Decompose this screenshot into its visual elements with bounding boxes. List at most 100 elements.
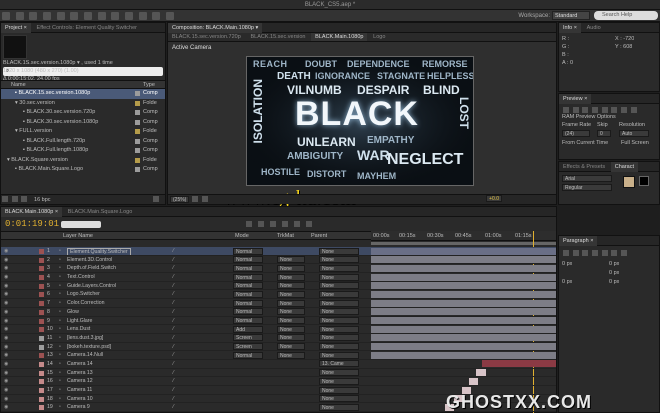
layer-label-swatch[interactable] (39, 335, 44, 341)
new-comp-icon[interactable] (21, 196, 28, 202)
motion-blur-icon[interactable] (294, 221, 300, 227)
grid-icon[interactable] (192, 196, 199, 202)
project-item[interactable]: ▪ BLACK.Main.Square.Logo Comp (1, 165, 165, 175)
timeline-layer-row[interactable]: ◉ 5 ▫ Guide.Layers.Control ⁄ Normal None None (1, 282, 556, 291)
comp-mini-flowchart-icon[interactable] (246, 221, 252, 227)
layer-label-swatch[interactable] (39, 370, 44, 376)
layer-trkmat-select[interactable]: None (277, 282, 305, 290)
layer-name[interactable]: Lens.Dust (67, 325, 90, 333)
ram-preview-icon[interactable] (630, 107, 637, 113)
project-item[interactable]: ▪ BLACK.Full.length.1080p Comp (1, 146, 165, 156)
tab-paragraph[interactable]: Paragraph × (559, 236, 598, 246)
layer-switch-icon[interactable]: ⁄ (173, 395, 174, 403)
layer-trkmat-select[interactable]: None (277, 343, 305, 351)
layer-parent-select[interactable]: None (319, 299, 359, 307)
visibility-eye-icon[interactable]: ◉ (4, 377, 9, 385)
visibility-eye-icon[interactable]: ◉ (4, 308, 9, 316)
time-ruler[interactable]: 00:00s 00:15s 00:30s 00:45s 01:00s 01:15… (371, 231, 556, 241)
layer-duration-bar[interactable] (371, 273, 556, 281)
layer-switch-icon[interactable]: ⁄ (173, 334, 174, 342)
layer-trkmat-select[interactable]: None (277, 308, 305, 316)
layer-name[interactable]: Glow (67, 308, 79, 316)
col-type-header[interactable]: Type (143, 81, 155, 89)
tab-effects-presets[interactable]: Effects & Presets (559, 162, 609, 172)
project-item[interactable]: ▪ BLACK.Full.length.720p Comp (1, 137, 165, 147)
resolution-select[interactable]: Auto (619, 130, 649, 137)
pen-tool-icon[interactable] (97, 12, 106, 20)
layer-name[interactable]: Camera 12 (67, 377, 93, 385)
zoom-tool-icon[interactable] (29, 12, 38, 20)
layer-name[interactable]: Camera 10 (67, 395, 93, 403)
layer-switch-icon[interactable]: ⁄ (173, 403, 174, 411)
exposure-value[interactable]: +0.0 (486, 195, 502, 202)
layer-label-swatch[interactable] (39, 327, 44, 333)
layer-duration-bar[interactable] (371, 325, 556, 333)
project-item[interactable]: ▾ FULL.version Folde (1, 127, 165, 137)
frame-rate-select[interactable]: (24) (562, 130, 590, 137)
layer-mode-select[interactable]: Normal (233, 317, 263, 324)
layer-name[interactable]: Element.Quality.Switcher (67, 247, 131, 255)
layer-mode-select[interactable]: Normal (233, 256, 263, 264)
full-screen-checkbox[interactable]: Full Screen (621, 139, 649, 147)
layer-label-swatch[interactable] (39, 275, 44, 281)
tab-project[interactable]: Project × (1, 23, 31, 33)
timeline-layer-row[interactable]: ◉ 7 ▫ Color.Correction ⁄ Normal None None (1, 299, 556, 308)
justify-right-icon[interactable] (611, 250, 618, 256)
layer-switch-icon[interactable]: ⁄ (173, 351, 174, 359)
timeline-layer-row[interactable]: ◉ 16 ▫ Camera 12 ⁄ None (1, 377, 556, 386)
shy-layers-icon[interactable] (270, 221, 276, 227)
layer-switch-icon[interactable]: ⁄ (173, 308, 174, 316)
ram-preview-options[interactable]: RAM Preview Options (559, 113, 659, 121)
layer-mode-select[interactable]: Screen (233, 343, 263, 351)
layer-search-input[interactable] (61, 221, 101, 228)
layer-trkmat-select[interactable]: None (277, 264, 305, 272)
timeline-layer-row[interactable]: ◉ 8 ▫ Glow ⁄ Normal None None (1, 308, 556, 317)
layer-name[interactable]: [lens.dust.3.jpg] (67, 334, 103, 342)
layer-name[interactable]: Camera 14 (67, 360, 93, 368)
layer-label-swatch[interactable] (39, 353, 44, 359)
layer-label-swatch[interactable] (39, 344, 44, 350)
timeline-layer-row[interactable]: ◉ 14 ▫ Camera 14 ⁄ 13. Came (1, 360, 556, 369)
zoom-select[interactable]: (25%) (170, 195, 190, 203)
layer-name[interactable]: Text.Control (67, 273, 95, 281)
tab-effect-controls[interactable]: Effect Controls: Element Quality Switche… (33, 23, 141, 33)
layer-duration-bar[interactable] (371, 256, 556, 264)
visibility-eye-icon[interactable]: ◉ (4, 343, 9, 351)
timeline-layer-row[interactable]: ◉ 1 ▫ Element.Quality.Switcher ⁄ Normal None (1, 247, 556, 256)
layer-trkmat-select[interactable]: None (277, 256, 305, 264)
layer-label-swatch[interactable] (39, 388, 44, 393)
visibility-eye-icon[interactable]: ◉ (4, 299, 9, 307)
label-color-swatch[interactable] (135, 167, 140, 172)
space-after-field[interactable]: 0 px (609, 278, 619, 286)
label-color-swatch[interactable] (135, 100, 140, 106)
comp-subtab[interactable]: BLACK.15.sec.version.720p (168, 33, 245, 41)
eraser-tool-icon[interactable] (152, 12, 161, 20)
stamp-tool-icon[interactable] (138, 12, 147, 20)
layer-name[interactable]: [bokeh.texture.psd] (67, 343, 111, 351)
layer-switch-icon[interactable]: ⁄ (173, 386, 174, 394)
layer-parent-select[interactable]: None (319, 317, 359, 324)
layer-trkmat-select[interactable]: None (277, 290, 305, 298)
visibility-eye-icon[interactable]: ◉ (4, 395, 9, 403)
layer-mode-select[interactable]: Normal (233, 247, 263, 255)
timeline-layer-row[interactable]: ◉ 12 ▫ [bokeh.texture.psd] ⁄ Screen None None (1, 343, 556, 352)
layer-label-swatch[interactable] (39, 283, 44, 289)
layer-parent-select[interactable]: None (319, 334, 359, 342)
layer-switch-icon[interactable]: ⁄ (173, 282, 174, 290)
timeline-layer-row[interactable]: ◉ 15 ▫ Camera 13 ⁄ None (1, 369, 556, 378)
visibility-eye-icon[interactable]: ◉ (4, 290, 9, 298)
layer-switch-icon[interactable]: ⁄ (173, 317, 174, 325)
bpc-label[interactable]: 16 bpc (34, 197, 51, 203)
layer-name[interactable]: Color.Correction (67, 299, 104, 307)
workspace-select[interactable]: Standard (552, 11, 590, 20)
search-help-input[interactable]: Search Help (594, 11, 658, 20)
layer-parent-select[interactable]: None (319, 264, 359, 272)
puppet-tool-icon[interactable] (166, 12, 175, 20)
font-family-select[interactable]: Arial (562, 175, 612, 182)
layer-name[interactable]: Logo.Switcher (67, 290, 100, 298)
layer-duration-bar[interactable] (371, 290, 556, 298)
pan-tool-icon[interactable] (70, 12, 79, 20)
layer-mode-select[interactable]: Normal (233, 282, 263, 290)
comp-subtab[interactable]: BLACK.15.sec.version (246, 33, 309, 41)
layer-label-swatch[interactable] (39, 266, 44, 272)
